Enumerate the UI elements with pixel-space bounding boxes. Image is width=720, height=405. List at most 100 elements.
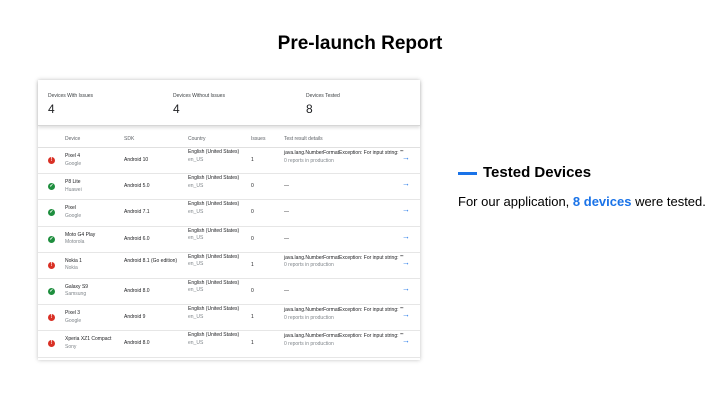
arrow-right-icon[interactable]: →: [402, 206, 410, 214]
details-reports: 0 reports in production: [284, 262, 334, 269]
device-maker: Google: [65, 160, 82, 167]
check-circle-icon: ✓: [48, 235, 55, 243]
stat-label: Devices Tested: [306, 93, 340, 99]
details-reports: 0 reports in production: [284, 157, 334, 164]
sdk-cell: Android 7.1: [124, 209, 150, 216]
arrow-right-icon[interactable]: →: [402, 311, 410, 319]
devices-table: Device SDK Country Issues Test result de…: [38, 128, 420, 358]
issues-cell: 0: [251, 235, 254, 242]
details-cell: —: [284, 183, 404, 191]
stat-label: Devices With Issues: [48, 93, 94, 99]
device-maker: Huawei: [65, 186, 82, 193]
device-name: P8 Lite: [65, 179, 81, 186]
country-cell: English (United States) en_US: [188, 254, 248, 269]
details-cell: —: [284, 288, 404, 296]
country-locale: en_US: [188, 287, 204, 294]
details-text: java.lang.NumberFormatException: For inp…: [284, 333, 404, 340]
arrow-right-icon[interactable]: →: [402, 259, 410, 267]
check-circle-icon: ✓: [48, 183, 55, 191]
device-cell: P8 Lite Huawei: [65, 179, 121, 194]
country-locale: en_US: [188, 156, 204, 163]
pre-launch-report-panel: Devices With Issues 4 Devices Without Is…: [38, 80, 420, 360]
device-maker: Google: [65, 317, 82, 324]
country-cell: English (United States) en_US: [188, 175, 248, 190]
sdk-cell: Android 8.0: [124, 340, 150, 347]
table-body: ! Pixel 4 Google Android 10 English (United …: [38, 148, 420, 358]
device-name: Moto G4 Play: [65, 231, 96, 238]
details-text: java.lang.NumberFormatException: For inp…: [284, 307, 404, 314]
device-cell: Galaxy S9 Samsung: [65, 284, 121, 299]
callout-text-before: For our application,: [458, 194, 573, 209]
issues-cell: 0: [251, 183, 254, 190]
device-maker: Sony: [65, 343, 77, 350]
details-cell: java.lang.NumberFormatException: For inp…: [284, 150, 404, 165]
table-row[interactable]: ! Xperia XZ1 Compact Sony Android 8.0 Englis…: [38, 331, 420, 358]
arrow-right-icon[interactable]: →: [402, 232, 410, 241]
sdk-cell: Android 6.0: [124, 235, 150, 242]
details-text: —: [284, 209, 289, 216]
stat-devices-tested: Devices Tested 8: [306, 93, 340, 116]
table-row[interactable]: ✓ Galaxy S9 Samsung Android 8.0 English (Uni…: [38, 279, 420, 306]
country-locale: en_US: [188, 313, 204, 320]
issues-cell: 1: [251, 340, 254, 347]
callout-text: For our application, 8 devices were test…: [458, 194, 708, 210]
table-row[interactable]: ! Pixel 3 Google Android 9 English (United S…: [38, 305, 420, 332]
arrow-right-icon[interactable]: →: [402, 337, 410, 345]
details-cell: java.lang.NumberFormatException: For inp…: [284, 333, 404, 348]
issues-cell: 1: [251, 314, 254, 321]
device-name: Galaxy S9: [65, 283, 89, 290]
check-circle-icon: ✓: [48, 287, 55, 295]
country-locale: en_US: [188, 208, 204, 215]
details-text: java.lang.NumberFormatException: For inp…: [284, 254, 404, 261]
device-cell: Pixel Google: [65, 205, 121, 220]
arrow-right-icon[interactable]: →: [402, 180, 410, 188]
table-row[interactable]: ✓ P8 Lite Huawei Android 5.0 English (United…: [38, 174, 420, 201]
stat-value: 8: [306, 102, 313, 116]
device-cell: Pixel 3 Google: [65, 310, 121, 325]
device-name: Pixel 4: [65, 153, 81, 159]
details-text: —: [284, 287, 289, 294]
table-row[interactable]: ! Pixel 4 Google Android 10 English (United …: [38, 148, 420, 175]
table-row[interactable]: ✓ Moto G4 Play Motorola Android 6.0 English …: [38, 227, 420, 253]
country-locale: en_US: [188, 182, 204, 189]
accent-bar: [458, 172, 477, 175]
stat-value: 4: [173, 102, 180, 116]
arrow-right-icon[interactable]: →: [402, 154, 410, 162]
country-name: English (United States): [188, 201, 240, 208]
device-maker: Motorola: [65, 239, 85, 246]
country-locale: en_US: [188, 235, 204, 242]
table-row[interactable]: ! Nokia 1 Nokia Android 8.1 (Go edition) Eng…: [38, 253, 420, 279]
details-cell: java.lang.NumberFormatException: For inp…: [284, 255, 404, 270]
sdk-cell: Android 5.0: [124, 183, 150, 190]
device-cell: Pixel 4 Google: [65, 153, 121, 168]
arrow-right-icon[interactable]: →: [402, 285, 410, 293]
device-maker: Google: [65, 212, 82, 219]
slide-title: Pre-launch Report: [277, 33, 443, 54]
device-name: Nokia 1: [65, 257, 82, 264]
details-text: java.lang.NumberFormatException: For inp…: [284, 150, 404, 156]
error-icon: !: [48, 261, 55, 269]
details-cell: java.lang.NumberFormatException: For inp…: [284, 307, 404, 322]
check-circle-icon: ✓: [48, 209, 55, 217]
sdk-cell: Android 8.0: [124, 287, 150, 294]
callout-highlight: 8 devices: [572, 194, 632, 209]
country-cell: English (United States) en_US: [188, 228, 248, 243]
details-text: —: [284, 235, 289, 242]
header-country: Country: [188, 136, 206, 142]
device-cell: Xperia XZ1 Compact Sony: [65, 336, 121, 351]
country-cell: English (United States) en_US: [188, 201, 248, 216]
details-cell: —: [284, 236, 404, 244]
tested-devices-callout: Tested Devices For our application, 8 de…: [458, 164, 708, 210]
details-cell: —: [284, 209, 404, 217]
table-row[interactable]: ✓ Pixel Google Android 7.1 English (United S…: [38, 200, 420, 227]
stat-devices-without-issues: Devices Without Issues 4: [173, 93, 225, 116]
device-name: Pixel 3: [65, 310, 81, 317]
country-cell: English (United States) en_US: [188, 306, 248, 321]
summary-bar: Devices With Issues 4 Devices Without Is…: [38, 80, 420, 126]
details-reports: 0 reports in production: [284, 340, 334, 347]
stat-devices-with-issues: Devices With Issues 4: [48, 93, 93, 116]
stat-value: 4: [48, 102, 55, 116]
country-cell: English (United States) en_US: [188, 149, 248, 164]
device-cell: Moto G4 Play Motorola: [65, 232, 121, 247]
error-icon: !: [48, 314, 55, 322]
